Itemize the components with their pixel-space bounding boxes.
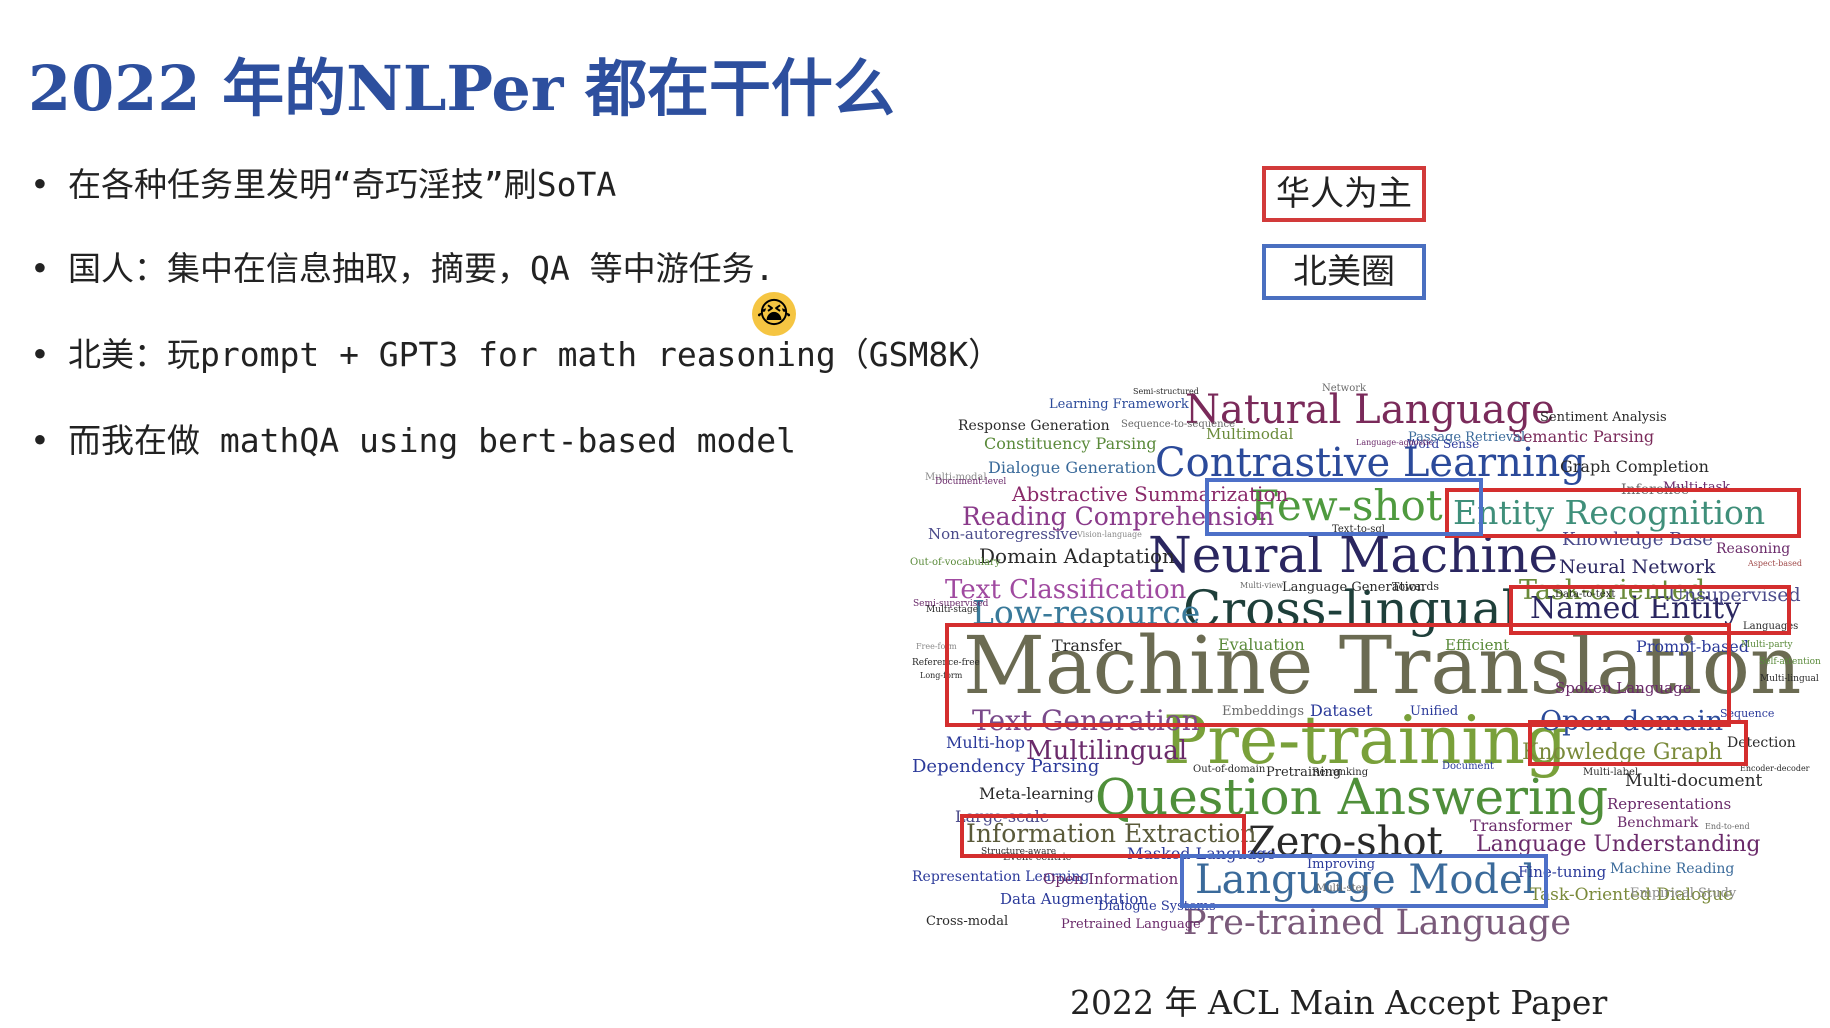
wordcloud-word: Sentiment Analysis [1540, 410, 1667, 425]
wordcloud-word: Pre-trained Language [1183, 903, 1572, 943]
wordcloud-word: Domain Adaptation [979, 544, 1175, 568]
word-cloud: Machine Translation Pre-training Question … [0, 0, 1830, 1028]
wordcloud-word: Constituency Parsing [984, 434, 1157, 453]
wordcloud-word: Graph Completion [1560, 457, 1709, 476]
highlight-information-extraction [960, 814, 1246, 858]
wordcloud-word: Network [1322, 383, 1367, 394]
wordcloud-word: Contrastive Learning [1155, 440, 1586, 486]
highlight-language-model [1180, 854, 1548, 908]
wordcloud-word: Re-ranking [1312, 767, 1369, 778]
wordcloud-word: Transformer [1470, 816, 1572, 835]
highlight-machine-translation [945, 623, 1731, 727]
wordcloud-word: Out-of-domain [1193, 764, 1266, 775]
wordcloud-word: Multi-lingual [1760, 674, 1819, 684]
wordcloud-word: Self-attention [1759, 657, 1821, 667]
highlight-knowledge-graph [1528, 720, 1748, 766]
wordcloud-word: Dependency Parsing [912, 756, 1100, 777]
wordcloud-word: Sequence-to-sequence [1121, 419, 1236, 430]
wordcloud-word: End-to-end [1705, 822, 1750, 831]
wordcloud-word: Learning Framework [1049, 397, 1189, 412]
wordcloud-word: Non-autoregressive [928, 525, 1078, 543]
wordcloud-word: Aspect-based [1748, 559, 1802, 568]
wordcloud-word: Multi-label [1583, 767, 1639, 778]
wordcloud-word: Meta-learning [979, 784, 1094, 803]
wordcloud-word: Semantic Parsing [1512, 427, 1655, 446]
wordcloud-word: Representations [1607, 795, 1732, 813]
wordcloud-word: Semi-structured [1133, 387, 1199, 396]
wordcloud-word: Language Understanding [1476, 832, 1761, 857]
wordcloud-word: Document [1442, 761, 1494, 772]
figure-caption: 2022 年 ACL Main Accept Paper [1070, 983, 1608, 1022]
wordcloud-word: Benchmark [1617, 815, 1699, 831]
wordcloud-word: Dialogue Generation [988, 458, 1157, 477]
wordcloud-word: Language-agnostic [1356, 438, 1434, 447]
wordcloud-word: Document-level [935, 477, 1007, 487]
wordcloud-word: Neural Network [1559, 556, 1716, 578]
wordcloud-word: Out-of-vocabulary [910, 557, 1001, 568]
wordcloud-word: Vision-language [1077, 530, 1142, 539]
wordcloud-word: Towards [1392, 580, 1440, 593]
highlight-entity-recognition [1445, 488, 1801, 538]
wordcloud-word: Response Generation [958, 418, 1110, 434]
wordcloud-word: Empirical Study [1630, 886, 1737, 901]
highlight-named-entity [1509, 585, 1791, 635]
wordcloud-word: Multi-view [1240, 581, 1284, 590]
wordcloud-word: Machine Reading [1610, 861, 1735, 877]
wordcloud-word: Multi-party [1741, 640, 1793, 650]
wordcloud-word: Multi-stage [926, 605, 979, 615]
wordcloud-word: Reasoning [1716, 541, 1791, 557]
wordcloud-word: Open Information [1043, 870, 1179, 888]
wordcloud-word: Cross-modal [926, 914, 1009, 929]
wordcloud-word: Pretrained Language [1061, 917, 1201, 932]
wordcloud-word: Encoder-decoder [1740, 764, 1810, 773]
wordcloud-word: Natural Language [1185, 387, 1555, 433]
highlight-few-shot [1205, 478, 1483, 536]
wordcloud-word: Multi-hop [946, 733, 1025, 752]
wordcloud-word: Multi-document [1625, 771, 1763, 791]
